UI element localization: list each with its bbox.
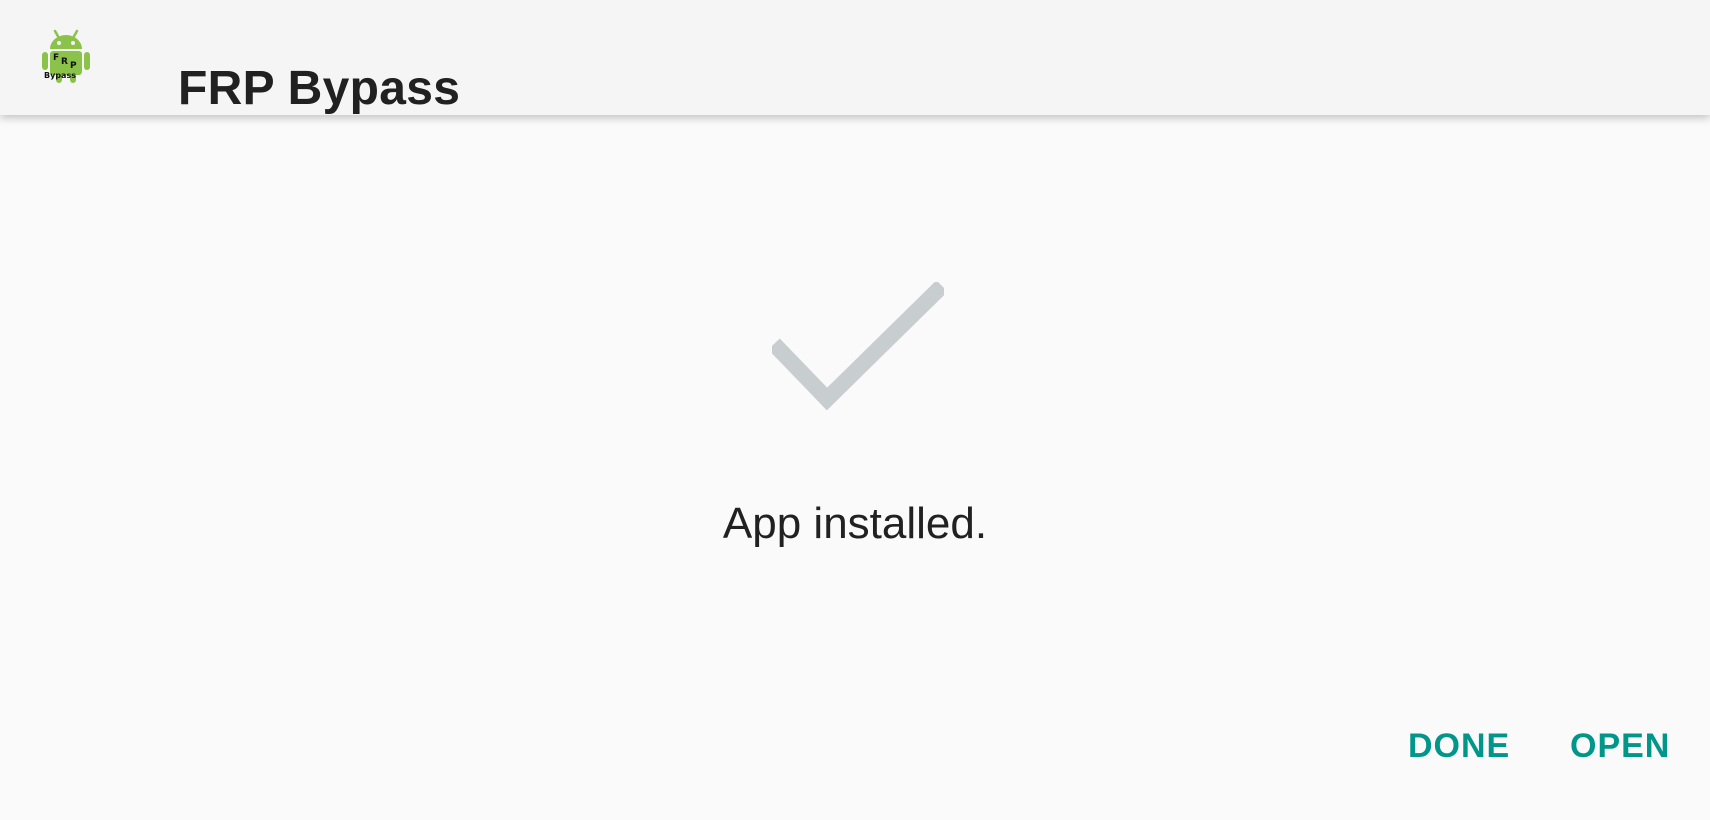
checkmark-icon <box>772 282 944 412</box>
frp-bypass-logo-icon: F R P Bypass <box>40 27 92 85</box>
app-title: FRP Bypass <box>178 62 461 116</box>
svg-text:R: R <box>61 57 68 67</box>
open-button[interactable]: OPEN <box>1570 718 1670 774</box>
app-bar: F R P Bypass FRP Bypass <box>0 0 1710 115</box>
svg-text:P: P <box>70 61 77 71</box>
svg-text:Bypass: Bypass <box>44 71 76 80</box>
done-button[interactable]: DONE <box>1408 718 1510 774</box>
install-status-text: App installed. <box>722 499 988 548</box>
install-status-panel <box>0 115 1710 820</box>
svg-text:F: F <box>53 53 59 63</box>
install-complete-screen: F R P Bypass FRP Bypass App installed. D… <box>0 0 1710 820</box>
